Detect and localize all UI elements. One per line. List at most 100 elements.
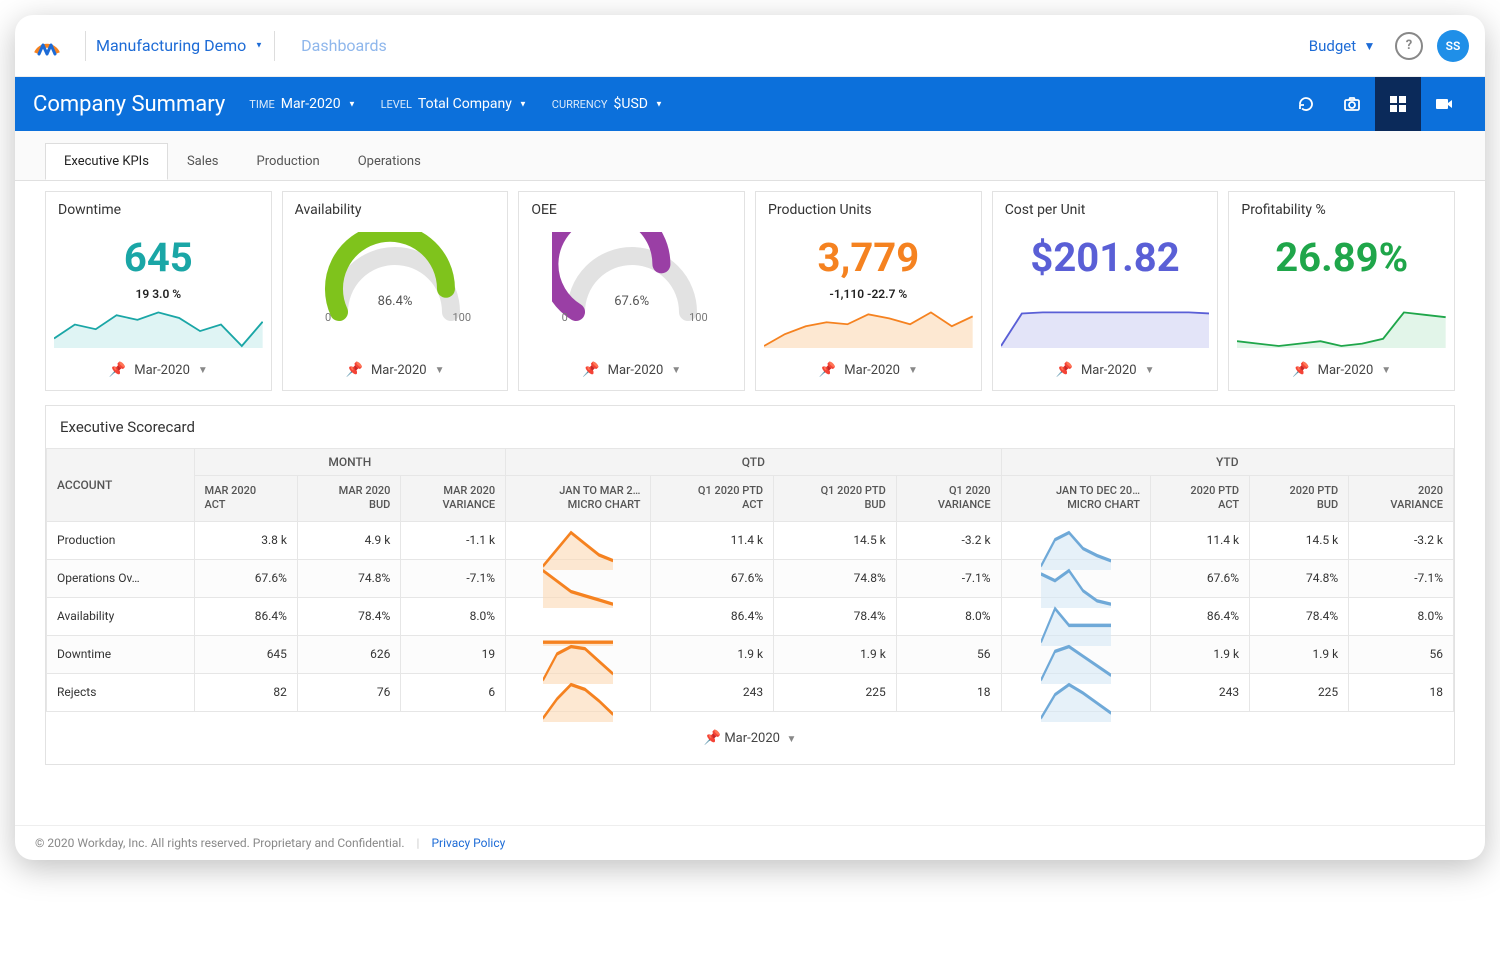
kpi-card-downtime[interactable]: Downtime 645 19 3.0 % 📌 Mar-2020 ▼ (45, 191, 272, 391)
chevron-down-icon: ▼ (1381, 365, 1391, 376)
filter-value: $USD (614, 96, 648, 112)
kpi-period-picker[interactable]: 📌 Mar-2020 ▼ (46, 352, 271, 390)
kpi-period-picker[interactable]: 📌 Mar-2020 ▼ (283, 352, 508, 390)
scorecard-period-picker[interactable]: 📌 Mar-2020 ▼ (46, 712, 1454, 764)
kpi-period-picker[interactable]: 📌 Mar-2020 ▼ (993, 352, 1218, 390)
refresh-button[interactable] (1283, 77, 1329, 131)
pin-icon: 📌 (704, 730, 721, 746)
pin-icon: 📌 (346, 362, 363, 378)
filter-label: TIME (249, 98, 274, 111)
gauge-value: 86.4% (315, 294, 475, 309)
kpi-card-availability[interactable]: Availability 86.4% 0 100 📌 Mar-2020 ▼ (282, 191, 509, 391)
col-header[interactable]: Q1 2020 PTDBUD (774, 476, 897, 522)
tab-bar: Executive KPIsSalesProductionOperations (15, 131, 1485, 181)
filter-currency[interactable]: CURRENCY $USD (552, 96, 664, 112)
cell: 8.0% (1349, 597, 1454, 635)
col-header[interactable]: MAR 2020ACT (194, 476, 297, 522)
col-header[interactable]: 2020 PTDACT (1150, 476, 1249, 522)
tab-operations[interactable]: Operations (339, 143, 440, 180)
chevron-down-icon (347, 99, 357, 110)
dashboards-link[interactable]: Dashboards (301, 36, 387, 55)
col-header[interactable]: MAR 2020BUD (297, 476, 400, 522)
col-header[interactable]: Q1 2020VARIANCE (896, 476, 1001, 522)
cell-microchart (506, 673, 651, 711)
context-picker[interactable]: Manufacturing Demo (96, 36, 264, 55)
present-button[interactable] (1421, 77, 1467, 131)
table-row[interactable]: Production 3.8 k 4.9 k -1.1 k 11.4 k 14.… (47, 521, 1454, 559)
cell: 243 (1150, 673, 1249, 711)
filter-time[interactable]: TIME Mar-2020 (249, 96, 356, 112)
cell: -1.1 k (401, 521, 506, 559)
period-label: Mar-2020 (608, 363, 664, 378)
pin-icon: 📌 (1292, 362, 1309, 378)
kpi-substat: 19 3.0 % (136, 287, 182, 301)
kpi-cards: Downtime 645 19 3.0 % 📌 Mar-2020 ▼ Avail… (15, 181, 1485, 391)
cell: 78.4% (297, 597, 400, 635)
col-header[interactable]: JAN TO MAR 2…MICRO CHART (506, 476, 651, 522)
kpi-period-picker[interactable]: 📌 Mar-2020 ▼ (756, 352, 981, 390)
col-header[interactable]: Q1 2020 PTDACT (651, 476, 774, 522)
tab-production[interactable]: Production (238, 143, 339, 180)
kpi-card-oee[interactable]: OEE 67.6% 0 100 📌 Mar-2020 ▼ (518, 191, 745, 391)
col-header[interactable]: 2020VARIANCE (1349, 476, 1454, 522)
kpi-period-picker[interactable]: 📌 Mar-2020 ▼ (1229, 352, 1454, 390)
pin-icon: 📌 (582, 362, 599, 378)
kpi-card-profitability[interactable]: Profitability % 26.89% 📌 Mar-2020 ▼ (1228, 191, 1455, 391)
gauge-max: 100 (689, 311, 708, 324)
cell: -7.1% (1349, 559, 1454, 597)
page-header: Company Summary TIME Mar-2020 LEVEL Tota… (15, 77, 1485, 131)
cell-microchart (1001, 597, 1150, 635)
cell: 14.5 k (774, 521, 897, 559)
pin-icon: 📌 (819, 362, 836, 378)
help-button[interactable]: ? (1395, 32, 1423, 60)
table-row[interactable]: Operations Ov… 67.6% 74.8% -7.1% 67.6% 7… (47, 559, 1454, 597)
col-header[interactable]: MAR 2020VARIANCE (401, 476, 506, 522)
table-row[interactable]: Rejects 82 76 6 243 225 18 243 225 18 (47, 673, 1454, 711)
cell: 86.4% (651, 597, 774, 635)
cell-account: Rejects (47, 673, 195, 711)
chevron-down-icon: ▼ (671, 365, 681, 376)
cell: 86.4% (194, 597, 297, 635)
kpi-card-production_units[interactable]: Production Units 3,779 -1,110 -22.7 % 📌 … (755, 191, 982, 391)
cell-microchart (506, 597, 651, 635)
cell: -3.2 k (1349, 521, 1454, 559)
cell: 225 (1250, 673, 1349, 711)
kpi-value: 26.89% (1275, 234, 1408, 281)
grid-view-button[interactable] (1375, 77, 1421, 131)
separator (274, 31, 275, 61)
snapshot-button[interactable] (1329, 77, 1375, 131)
gauge-min: 0 (562, 311, 568, 324)
col-account: ACCOUNT (47, 449, 195, 522)
cell: 1.9 k (1150, 635, 1249, 673)
filter-label: LEVEL (381, 98, 412, 111)
avatar[interactable]: SS (1437, 30, 1469, 62)
cell: 645 (194, 635, 297, 673)
privacy-link[interactable]: Privacy Policy (431, 836, 505, 850)
col-header[interactable]: 2020 PTDBUD (1250, 476, 1349, 522)
cell: 14.5 k (1250, 521, 1349, 559)
kpi-card-cost_per_unit[interactable]: Cost per Unit $201.82 📌 Mar-2020 ▼ (992, 191, 1219, 391)
cell: 56 (1349, 635, 1454, 673)
table-row[interactable]: Downtime 645 626 19 1.9 k 1.9 k 56 1.9 k… (47, 635, 1454, 673)
budget-picker[interactable]: Budget (1309, 37, 1377, 55)
cell-microchart (1001, 521, 1150, 559)
table-row[interactable]: Availability 86.4% 78.4% 8.0% 86.4% 78.4… (47, 597, 1454, 635)
tab-executive-kpis[interactable]: Executive KPIs (45, 143, 168, 180)
kpi-value: 3,779 (818, 234, 920, 281)
col-header[interactable]: JAN TO DEC 20…MICRO CHART (1001, 476, 1150, 522)
chevron-down-icon: ▼ (908, 365, 918, 376)
cell: 18 (1349, 673, 1454, 711)
period-label: Mar-2020 (844, 363, 900, 378)
filter-label: CURRENCY (552, 98, 608, 111)
group-qtd: QTD (506, 449, 1001, 476)
scorecard: Executive Scorecard ACCOUNT MONTH QTD YT… (45, 405, 1455, 765)
cell: 76 (297, 673, 400, 711)
period-label: Mar-2020 (371, 363, 427, 378)
kpi-title: Availability (283, 192, 508, 222)
kpi-title: Profitability % (1229, 192, 1454, 222)
tab-sales[interactable]: Sales (168, 143, 238, 180)
cell-microchart (1001, 559, 1150, 597)
filter-level[interactable]: LEVEL Total Company (381, 96, 528, 112)
kpi-period-picker[interactable]: 📌 Mar-2020 ▼ (519, 352, 744, 390)
group-month: MONTH (194, 449, 506, 476)
